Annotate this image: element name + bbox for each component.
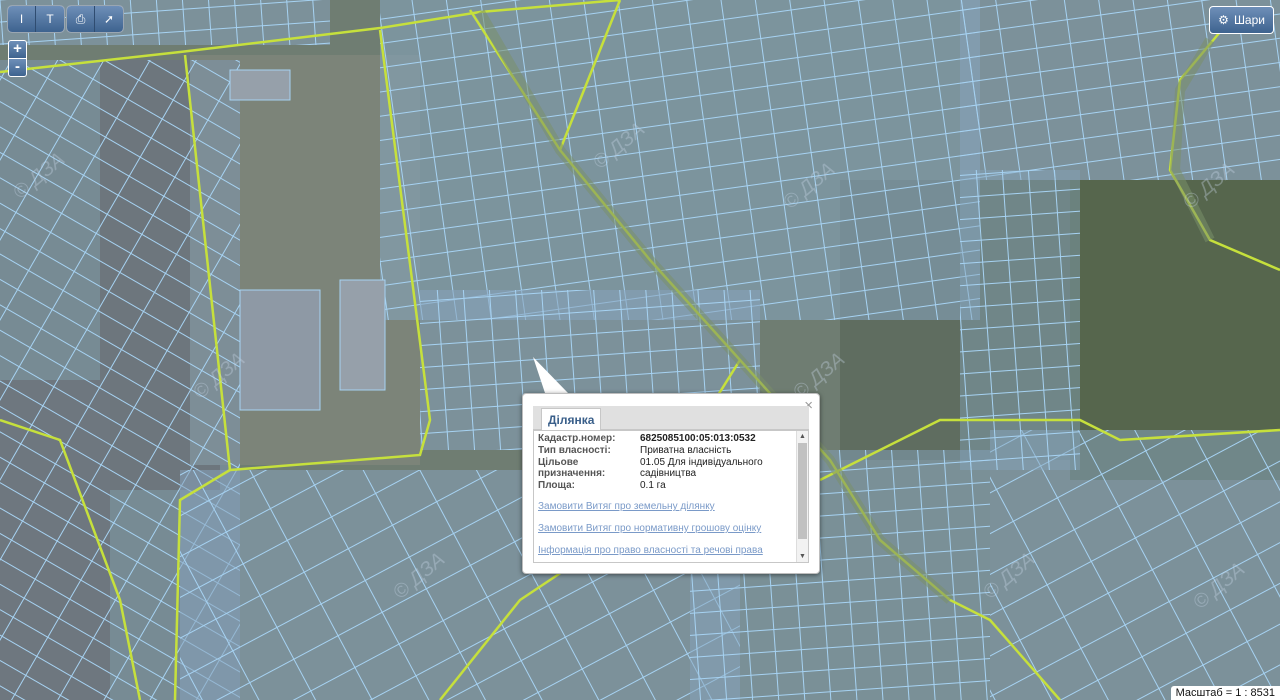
building bbox=[339, 279, 386, 391]
parcel-popup: × Ділянка Кадастр.номер: 6825085100:05:0… bbox=[522, 393, 820, 574]
parcel-grid bbox=[380, 0, 980, 320]
scroll-down-icon[interactable]: ▼ bbox=[797, 551, 808, 562]
measure-toolbar: I T bbox=[8, 6, 64, 32]
print-icon[interactable]: ⎙ bbox=[67, 6, 95, 32]
ownership-info-link[interactable]: Інформація про право власності та речові… bbox=[538, 545, 804, 556]
info-key: Кадастр.номер: bbox=[538, 433, 616, 444]
land-purpose: 01.05 Для індивідуального садівництва bbox=[640, 457, 763, 479]
measure-length-icon[interactable]: I bbox=[8, 6, 36, 32]
parcel-grid bbox=[960, 170, 1080, 470]
zoom-in-button[interactable]: + bbox=[8, 40, 27, 58]
info-pointer-glyph: ➚ bbox=[103, 12, 115, 26]
scroll-up-icon[interactable]: ▲ bbox=[797, 431, 808, 442]
zoom-control: + - bbox=[8, 40, 27, 77]
info-row: Кадастр.номер: 6825085100:05:013:0532 bbox=[538, 433, 804, 444]
building bbox=[229, 69, 291, 101]
order-parcel-extract-link[interactable]: Замовити Витяг про земельну ділянку bbox=[538, 501, 804, 512]
info-key: Тип власності: bbox=[538, 445, 611, 456]
measure-length-glyph: I bbox=[19, 12, 24, 26]
layers-button[interactable]: ⚙ Шари bbox=[1209, 6, 1274, 34]
zoom-out-button[interactable]: - bbox=[8, 58, 27, 77]
cadastral-number: 6825085100:05:013:0532 bbox=[640, 433, 756, 444]
popup-scrollbar[interactable]: ▲ ▼ bbox=[796, 431, 808, 562]
measure-area-glyph: T bbox=[46, 12, 54, 26]
layers-button-label: Шари bbox=[1233, 13, 1265, 27]
tab-parcel[interactable]: Ділянка bbox=[541, 408, 602, 431]
ownership-type: Приватна власність bbox=[640, 445, 732, 456]
parcel-info: Кадастр.номер: 6825085100:05:013:0532 Ти… bbox=[538, 433, 804, 556]
tools-toolbar: ⎙ ➚ bbox=[67, 6, 123, 32]
cadastral-map[interactable]: © ДЗА © ДЗА © ДЗА © ДЗА © ДЗА © ДЗА © ДЗ… bbox=[0, 0, 1280, 700]
info-key: Площа: bbox=[538, 480, 575, 491]
info-pointer-icon[interactable]: ➚ bbox=[95, 6, 123, 32]
info-key: Цільове призначення: bbox=[538, 457, 606, 479]
info-row: Площа: 0.1 га bbox=[538, 480, 804, 491]
parcel-area: 0.1 га bbox=[640, 480, 666, 491]
print-glyph: ⎙ bbox=[75, 11, 86, 26]
order-valuation-extract-link[interactable]: Замовити Витяг про нормативну грошову оц… bbox=[538, 523, 804, 534]
info-row: Цільове призначення: 01.05 Для індивідуа… bbox=[538, 457, 804, 479]
popup-content: Кадастр.номер: 6825085100:05:013:0532 Ти… bbox=[533, 430, 809, 563]
scroll-thumb[interactable] bbox=[798, 443, 807, 539]
building bbox=[239, 289, 321, 411]
measure-area-icon[interactable]: T bbox=[36, 6, 64, 32]
gear-icon: ⚙ bbox=[1218, 13, 1229, 27]
info-row: Тип власності: Приватна власність bbox=[538, 445, 804, 456]
map-scale: Масштаб = 1 : 8531 bbox=[1170, 686, 1280, 700]
